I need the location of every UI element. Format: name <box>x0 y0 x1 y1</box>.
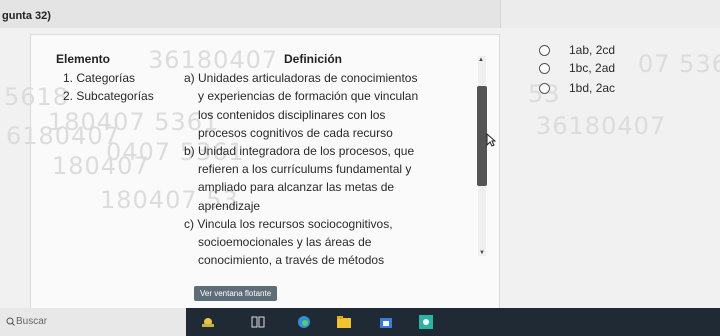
definition-line: c) Vincula los recursos sociocognitivos, <box>184 217 393 231</box>
definition-line: aprendizaje <box>198 199 261 213</box>
option-label: 1bd, 2ac <box>569 81 616 95</box>
definition-column-header: Definición <box>284 52 343 66</box>
definition-line: conocimiento, a través de métodos <box>198 253 385 267</box>
file-explorer-icon[interactable] <box>336 314 352 330</box>
edge-browser-icon[interactable] <box>296 314 312 330</box>
store-icon[interactable] <box>378 314 394 330</box>
mouse-cursor-icon <box>486 133 496 147</box>
definition-line: a) Unidades articuladoras de conocimient… <box>184 71 418 85</box>
radio-button[interactable] <box>539 45 550 56</box>
option-1bd-2ac[interactable]: 1bd, 2ac <box>500 80 720 98</box>
element-item: 2. Subcategorías <box>63 89 154 103</box>
header-right-panel <box>500 0 720 28</box>
option-label: 1bc, 2ad <box>569 61 616 75</box>
element-item: 1. Categorías <box>63 71 136 85</box>
scroll-up-arrow-icon[interactable]: ▲ <box>478 57 484 63</box>
search-label: Buscar <box>16 316 48 327</box>
scroll-down-arrow-icon[interactable]: ▼ <box>479 250 485 256</box>
top-header: gunta 32) <box>0 0 720 28</box>
definition-line: y experiencias de formación que vinculan <box>198 89 419 103</box>
definition-line: b) Unidad integradora de los procesos, q… <box>184 144 415 158</box>
option-label: 1ab, 2cd <box>569 43 616 57</box>
element-column-header: Elemento <box>56 52 111 66</box>
floating-window-button[interactable]: Ver ventana flotante <box>194 286 278 301</box>
widgets-icon[interactable] <box>200 314 216 330</box>
option-1ab-2cd[interactable]: 1ab, 2cd <box>500 42 720 60</box>
watermark: 6180407 <box>6 122 120 150</box>
taskbar-search[interactable]: Buscar <box>0 308 186 336</box>
search-icon <box>6 317 15 326</box>
definition-line: refieren a los currículums fundamental y <box>198 162 412 176</box>
task-view-icon[interactable] <box>250 314 266 330</box>
radio-button[interactable] <box>539 83 550 94</box>
definition-line: ampliado para alcanzar las metas de <box>198 180 395 194</box>
radio-button[interactable] <box>539 63 550 74</box>
app-icon[interactable] <box>418 314 434 330</box>
definition-line: procesos cognitivos de cada recurso <box>198 126 393 140</box>
watermark: 180407 <box>52 152 150 180</box>
answer-options: 1ab, 2cd 1bc, 2ad 1bd, 2ac <box>500 28 720 308</box>
definition-line: socioemocionales y las áreas de <box>198 235 372 249</box>
question-title: gunta 32) <box>2 10 51 22</box>
option-1bc-2ad[interactable]: 1bc, 2ad <box>500 60 720 78</box>
watermark: 5618 <box>4 83 70 111</box>
definition-line: los contenidos disciplinares con los <box>198 108 386 122</box>
taskbar: Buscar <box>0 308 720 336</box>
